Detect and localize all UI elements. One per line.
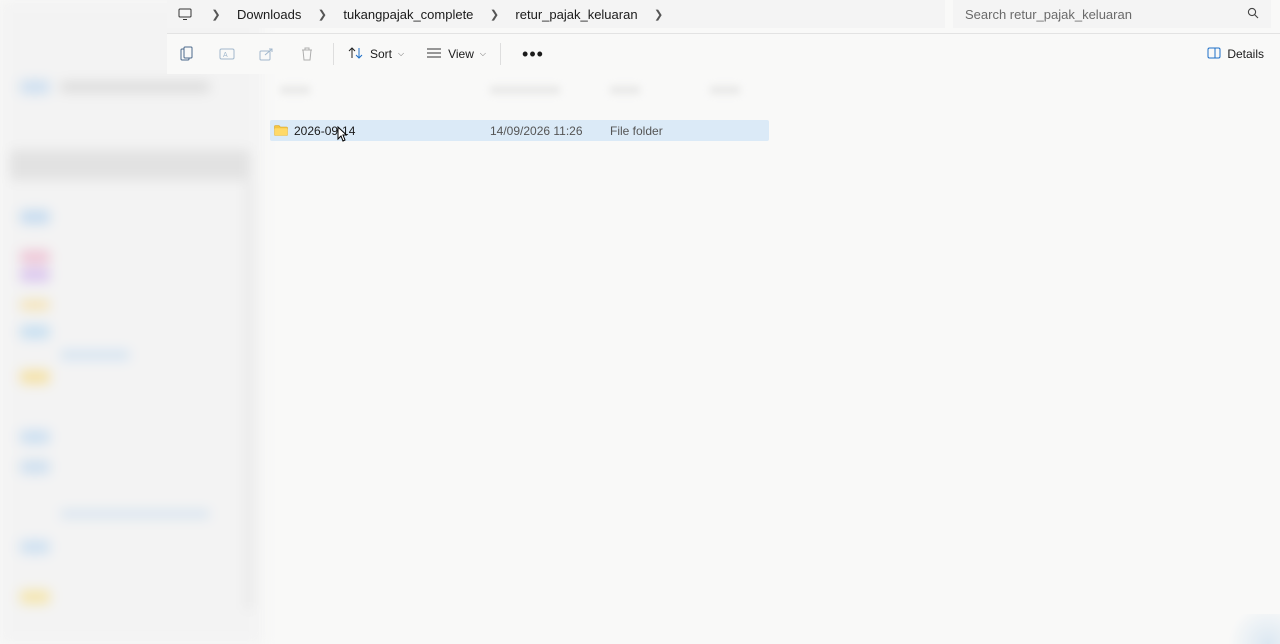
more-options-button[interactable]: ••• [513, 38, 553, 70]
chevron-right-icon[interactable]: ❯ [203, 0, 229, 28]
monitor-icon[interactable] [167, 0, 203, 28]
breadcrumb-tukangpajak-complete[interactable]: tukangpajak_complete [335, 0, 481, 28]
file-date-modified: 14/09/2026 11:26 [490, 123, 583, 138]
chevron-down-icon: ⌵ [479, 49, 486, 58]
chevron-right-icon[interactable]: ❯ [481, 0, 507, 28]
mouse-cursor-icon [337, 125, 348, 142]
breadcrumb-retur-pajak-keluaran[interactable]: retur_pajak_keluaran [507, 0, 645, 28]
sort-label: Sort [370, 47, 393, 61]
address-bar[interactable]: ❯ Downloads ❯ tukangpajak_complete ❯ ret… [167, 0, 945, 28]
navigation-pane[interactable] [0, 0, 262, 644]
search-icon[interactable] [1247, 7, 1259, 22]
details-label: Details [1227, 47, 1264, 61]
share-icon[interactable] [247, 34, 287, 74]
svg-text:A: A [223, 52, 228, 59]
divider [333, 43, 334, 65]
search-placeholder: Search retur_pajak_keluaran [965, 6, 1132, 22]
view-label: View [448, 47, 474, 61]
folder-icon [274, 125, 288, 136]
decorative-glow [1220, 614, 1280, 644]
command-bar: A Sort ⌵ View ⌵ ••• Details [167, 34, 1280, 74]
divider [499, 43, 501, 65]
rename-icon[interactable]: A [207, 34, 247, 74]
copy-icon[interactable] [167, 34, 207, 74]
column-header-row[interactable] [270, 80, 790, 104]
chevron-down-icon: ⌵ [398, 49, 405, 58]
breadcrumb-downloads[interactable]: Downloads [229, 0, 309, 28]
view-button[interactable]: View ⌵ [418, 38, 494, 70]
view-icon [426, 47, 442, 62]
file-type: File folder [610, 123, 663, 138]
chevron-right-icon[interactable]: ❯ [646, 0, 672, 28]
delete-icon[interactable] [287, 34, 327, 74]
sort-button[interactable]: Sort ⌵ [340, 38, 412, 70]
file-name[interactable]: 2026-09-14 [294, 124, 494, 138]
chevron-right-icon[interactable]: ❯ [309, 0, 335, 28]
sort-icon [348, 46, 364, 63]
search-input[interactable]: Search retur_pajak_keluaran [953, 0, 1271, 28]
details-button[interactable]: Details [1207, 38, 1264, 70]
more-icon: ••• [522, 43, 544, 64]
details-pane-icon [1207, 47, 1221, 62]
